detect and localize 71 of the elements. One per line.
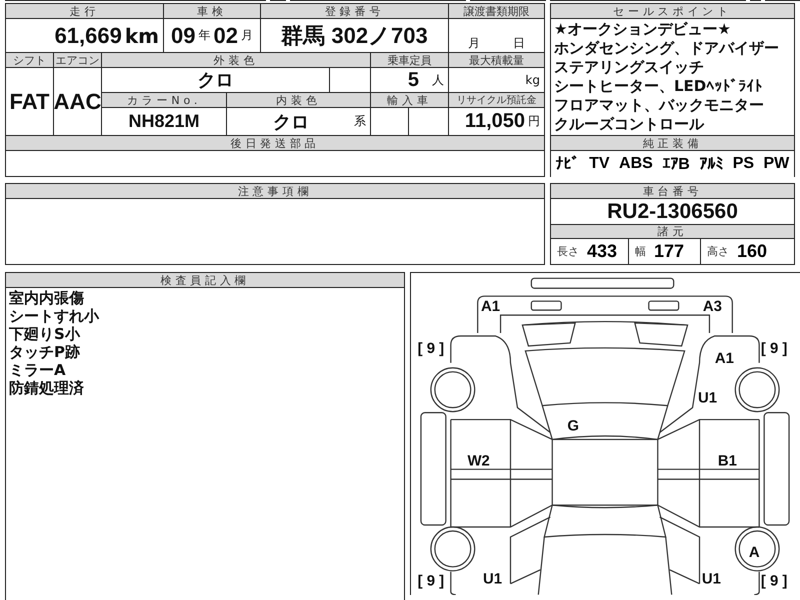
- spec-value: 177: [654, 241, 684, 262]
- equipment-text: ﾅﾋﾞ: [556, 154, 580, 174]
- spec-value: 433: [587, 241, 618, 262]
- damage-code: G: [567, 418, 579, 435]
- mileage-value: 61,669 km: [6, 19, 163, 52]
- column-header: 検査員記入欄: [6, 273, 404, 287]
- equipment-text: PS: [732, 155, 754, 173]
- column-header: シフト: [6, 53, 53, 67]
- spec-label: 高さ: [707, 244, 729, 259]
- sale-point-text: シートヒーター、LEDﾍｯﾄﾞﾗｲﾄ: [554, 77, 764, 96]
- equipment-text: ABS: [619, 155, 653, 173]
- damage-code: [ 9 ]: [760, 572, 788, 590]
- column-header: 外装色: [102, 53, 370, 67]
- column-header: 登録番号: [261, 4, 448, 18]
- max-load-value: kg: [449, 68, 544, 92]
- inspector-note-text: シートすれ小: [9, 307, 100, 325]
- column-header: 車台番号: [551, 184, 794, 198]
- damage-code: B1: [718, 452, 737, 470]
- inspector-note-text: 防錆処理済: [9, 379, 85, 397]
- damage-code: A3: [702, 298, 722, 316]
- sale-point-text: ★オークションデビュー★: [554, 20, 732, 39]
- exterior-color-value: クロ: [102, 68, 329, 92]
- equipment-text: PW: [763, 155, 790, 173]
- capacity-value: 5 人: [371, 68, 448, 92]
- sale-point-text: クルーズコントロール: [554, 115, 706, 134]
- damage-code: [ 9 ]: [418, 572, 444, 590]
- equipment-text: ｴｱB: [662, 154, 690, 174]
- inspector-note-text: タッチP跡: [9, 343, 81, 361]
- damage-code: A1: [481, 298, 500, 316]
- column-header: セールスポイント: [551, 4, 794, 18]
- column-header: 最大積載量: [449, 53, 544, 67]
- registration-value: 群馬 302ノ703: [261, 19, 448, 52]
- damage-code: A: [748, 544, 760, 561]
- damage-code: [ 9 ]: [418, 340, 444, 357]
- sale-point-text: ホンダセンシング、ドアバイザー: [554, 39, 780, 58]
- column-header: 純正装備: [551, 136, 794, 150]
- damage-code: U1: [702, 570, 721, 588]
- inspector-note-text: 室内内張傷: [9, 289, 85, 307]
- column-header: 車検: [164, 4, 260, 18]
- column-header: カラーNo.: [102, 93, 226, 107]
- spec-value: 160: [737, 241, 768, 262]
- column-header: 内装色: [227, 93, 370, 107]
- recycle-fee-value: 11,050 円: [449, 108, 544, 135]
- inspector-note-text: 下廻りS小: [9, 325, 82, 343]
- column-header: 乗車定員: [371, 53, 448, 67]
- column-header: 後日発送部品: [6, 136, 544, 150]
- column-header: エアコン: [54, 53, 101, 67]
- deadline-value: 月 日: [449, 19, 544, 52]
- sale-point-text: フロアマット、バックモニター: [554, 96, 765, 115]
- sale-point-text: ステアリングスイッチ: [554, 58, 705, 77]
- inspector-note-text: ミラーA: [9, 361, 67, 379]
- chassis-number-value: RU2-1306560: [551, 199, 794, 224]
- column-header: リサイクル預託金: [449, 93, 544, 107]
- damage-code: U1: [698, 390, 717, 407]
- equipment-text: ｱﾙﾐ: [699, 154, 724, 174]
- aircon-value: AAC: [54, 68, 101, 135]
- damage-code: A1: [714, 350, 734, 367]
- equipment-text: TV: [589, 155, 610, 173]
- column-header: 注意事項欄: [6, 184, 544, 198]
- color-number-value: NH821M: [102, 108, 226, 135]
- spec-label: 長さ: [557, 244, 579, 259]
- column-header: 輸入車: [371, 93, 448, 107]
- column-header: 譲渡書類期限: [449, 4, 544, 18]
- damage-code: U1: [483, 570, 502, 588]
- damage-code: W2: [467, 452, 490, 470]
- damage-code: [ 9 ]: [760, 340, 788, 357]
- spec-label: 幅: [635, 244, 646, 259]
- column-header: 諸元: [551, 225, 794, 238]
- interior-color-value: クロ 系: [227, 108, 370, 135]
- shift-value: FAT: [6, 68, 53, 135]
- column-header: 走行: [6, 4, 163, 18]
